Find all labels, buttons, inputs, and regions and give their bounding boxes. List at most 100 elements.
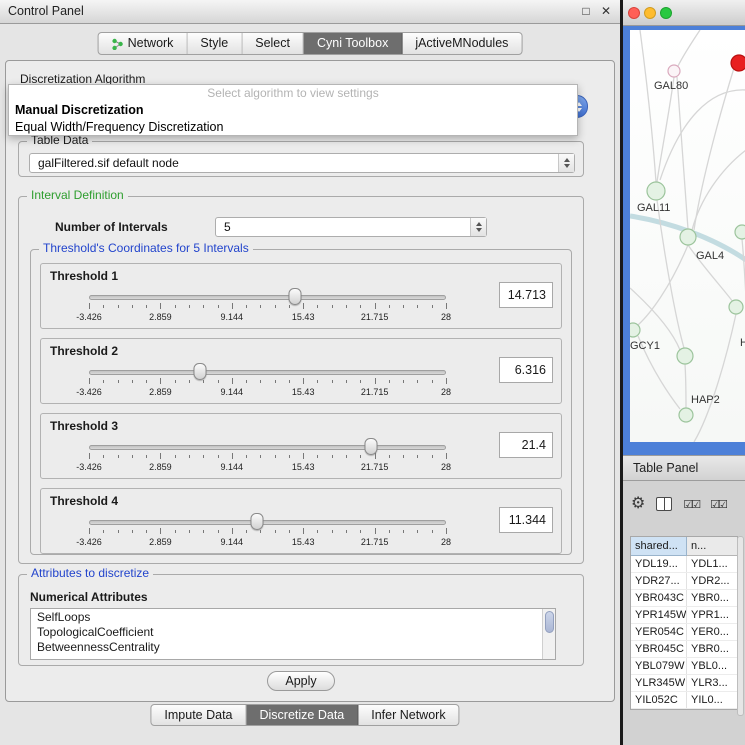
list-item[interactable]: TopologicalCoefficient	[31, 625, 542, 640]
tick-label: 28	[441, 462, 451, 472]
slider-ticks	[89, 303, 446, 311]
network-node[interactable]	[677, 348, 693, 364]
float-window-icon[interactable]: □	[578, 3, 594, 19]
network-node[interactable]	[735, 225, 745, 239]
minimize-traffic-light-icon[interactable]	[644, 7, 656, 19]
table-row[interactable]: YDL19...YDL1...	[631, 556, 737, 573]
number-of-intervals-label: Number of Intervals	[55, 220, 168, 234]
table-cell: YDR27...	[631, 573, 687, 589]
table-row[interactable]: YBR043CYBR0...	[631, 590, 737, 607]
tick-label: 28	[441, 537, 451, 547]
tab-style[interactable]: Style	[187, 33, 242, 54]
zoom-traffic-light-icon[interactable]	[660, 7, 672, 19]
slider-track[interactable]	[89, 520, 446, 525]
tab-infer-network[interactable]: Infer Network	[358, 705, 458, 725]
cyni-mode-tabs: Impute Data Discretize Data Infer Networ…	[150, 704, 459, 726]
dropdown-item-equal-width-frequency[interactable]: Equal Width/Frequency Discretization	[9, 119, 577, 136]
tab-jactivemnodules[interactable]: jActiveMNodules	[402, 33, 521, 54]
table-row[interactable]: YDR27...YDR2...	[631, 573, 737, 590]
table-cell: YBR0...	[687, 590, 737, 606]
network-node[interactable]	[679, 408, 693, 422]
column-header-name[interactable]: n...	[687, 537, 737, 556]
table-cell: YIL052C	[631, 692, 687, 708]
column-header-shared-name[interactable]: shared...	[631, 537, 687, 556]
table-scrollbar[interactable]	[737, 536, 744, 716]
threshold-3-value-field[interactable]: 21.4	[499, 432, 553, 458]
network-node[interactable]	[680, 229, 696, 245]
threshold-2-slider[interactable]: -3.4262.8599.14415.4321.71528	[89, 363, 446, 399]
network-nodes[interactable]: GAL80GAL11GAL4GCY1HAP2H	[630, 55, 745, 422]
tab-style-label: Style	[200, 33, 228, 54]
table-data-combo[interactable]: galFiltered.sif default node	[29, 153, 575, 173]
slider-track[interactable]	[89, 370, 446, 375]
scrollbar-thumb[interactable]	[545, 611, 554, 633]
network-node[interactable]	[731, 55, 745, 71]
threshold-1-slider[interactable]: -3.4262.8599.14415.4321.71528	[89, 288, 446, 324]
threshold-4-slider[interactable]: -3.4262.8599.14415.4321.71528	[89, 513, 446, 549]
slider-ticks	[89, 453, 446, 461]
threshold-2-value-field[interactable]: 6.316	[499, 357, 553, 383]
slider-track[interactable]	[89, 445, 446, 450]
control-panel-window: Control Panel □ ✕ Network Style Select C…	[0, 0, 620, 745]
slider-track[interactable]	[89, 295, 446, 300]
network-node[interactable]	[647, 182, 665, 200]
network-node[interactable]	[729, 300, 743, 314]
control-panel-titlebar: Control Panel □ ✕	[0, 0, 620, 24]
threshold-1-value-field[interactable]: 14.713	[499, 282, 553, 308]
table-row[interactable]: YLR345WYLR3...	[631, 675, 737, 692]
threshold-3-slider[interactable]: -3.4262.8599.14415.4321.71528	[89, 438, 446, 474]
table-cell: YPR1...	[687, 607, 737, 623]
table-panel-body: ⚙ ☑☑ ☑☑ shared... n... YDL19...YDL1...YD…	[623, 481, 745, 745]
table-row[interactable]: YBL079WYBL0...	[631, 658, 737, 675]
table-panel-title: Table Panel	[633, 461, 698, 475]
slider-tick-labels: -3.4262.8599.14415.4321.71528	[89, 312, 446, 322]
close-icon[interactable]: ✕	[598, 3, 614, 19]
tick-label: -3.426	[76, 537, 102, 547]
gear-icon[interactable]: ⚙	[631, 495, 645, 513]
table-row[interactable]: YER054CYER0...	[631, 624, 737, 641]
threshold-2-box: Threshold 2 -3.4262.8599.14415.4321.7152…	[40, 338, 562, 404]
threshold-4-value-field[interactable]: 11.344	[499, 507, 553, 533]
select-columns-icon[interactable]: ☑☑	[683, 498, 699, 511]
table-row[interactable]: YIL052CYIL0...	[631, 692, 737, 709]
tick-label: 21.715	[361, 387, 389, 397]
table-cell: YPR145W	[631, 607, 687, 623]
tab-network[interactable]: Network	[99, 33, 188, 54]
tab-discretize-data[interactable]: Discretize Data	[247, 705, 359, 725]
network-icon	[112, 38, 124, 50]
tick-label: 2.859	[149, 537, 172, 547]
slider-tick-labels: -3.4262.8599.14415.4321.71528	[89, 387, 446, 397]
tab-impute-data[interactable]: Impute Data	[151, 705, 246, 725]
threshold-4-label: Threshold 4	[50, 494, 118, 508]
control-panel-tabs: Network Style Select Cyni Toolbox jActiv…	[98, 32, 523, 55]
list-item[interactable]: SelfLoops	[31, 610, 542, 625]
list-item[interactable]: BetweennessCentrality	[31, 640, 542, 655]
threshold-1-label: Threshold 1	[50, 269, 118, 283]
table-row[interactable]: YBR045CYBR0...	[631, 641, 737, 658]
tab-cyni-toolbox[interactable]: Cyni Toolbox	[304, 33, 402, 54]
close-traffic-light-icon[interactable]	[628, 7, 640, 19]
network-canvas-svg: GAL80GAL11GAL4GCY1HAP2H	[630, 30, 745, 442]
threshold-1-box: Threshold 1 -3.4262.8599.14415.4321.7152…	[40, 263, 562, 329]
tick-label: 15.43	[292, 462, 315, 472]
combo-arrows-icon	[558, 154, 574, 172]
table-row[interactable]: YPR145WYPR1...	[631, 607, 737, 624]
number-of-intervals-combo[interactable]: 5	[215, 217, 487, 237]
columns-icon[interactable]	[656, 497, 672, 511]
node-label: HAP2	[691, 394, 720, 406]
tab-cyni-toolbox-label: Cyni Toolbox	[317, 33, 388, 54]
tab-select-label: Select	[255, 33, 290, 54]
table-cell: YBR0...	[687, 641, 737, 657]
apply-button[interactable]: Apply	[267, 671, 335, 691]
table-cell: YDR2...	[687, 573, 737, 589]
node-label: GAL80	[654, 80, 688, 92]
network-node[interactable]	[668, 65, 680, 77]
network-node[interactable]	[630, 323, 640, 337]
tab-network-label: Network	[128, 33, 174, 54]
dropdown-item-manual-discretization[interactable]: Manual Discretization	[9, 102, 577, 119]
attributes-scrollbar[interactable]	[542, 609, 555, 659]
network-canvas[interactable]: GAL80GAL11GAL4GCY1HAP2H	[630, 30, 745, 442]
select-rows-icon[interactable]: ☑☑	[710, 498, 726, 511]
tab-select[interactable]: Select	[242, 33, 304, 54]
tab-jactivemnodules-label: jActiveMNodules	[415, 33, 508, 54]
